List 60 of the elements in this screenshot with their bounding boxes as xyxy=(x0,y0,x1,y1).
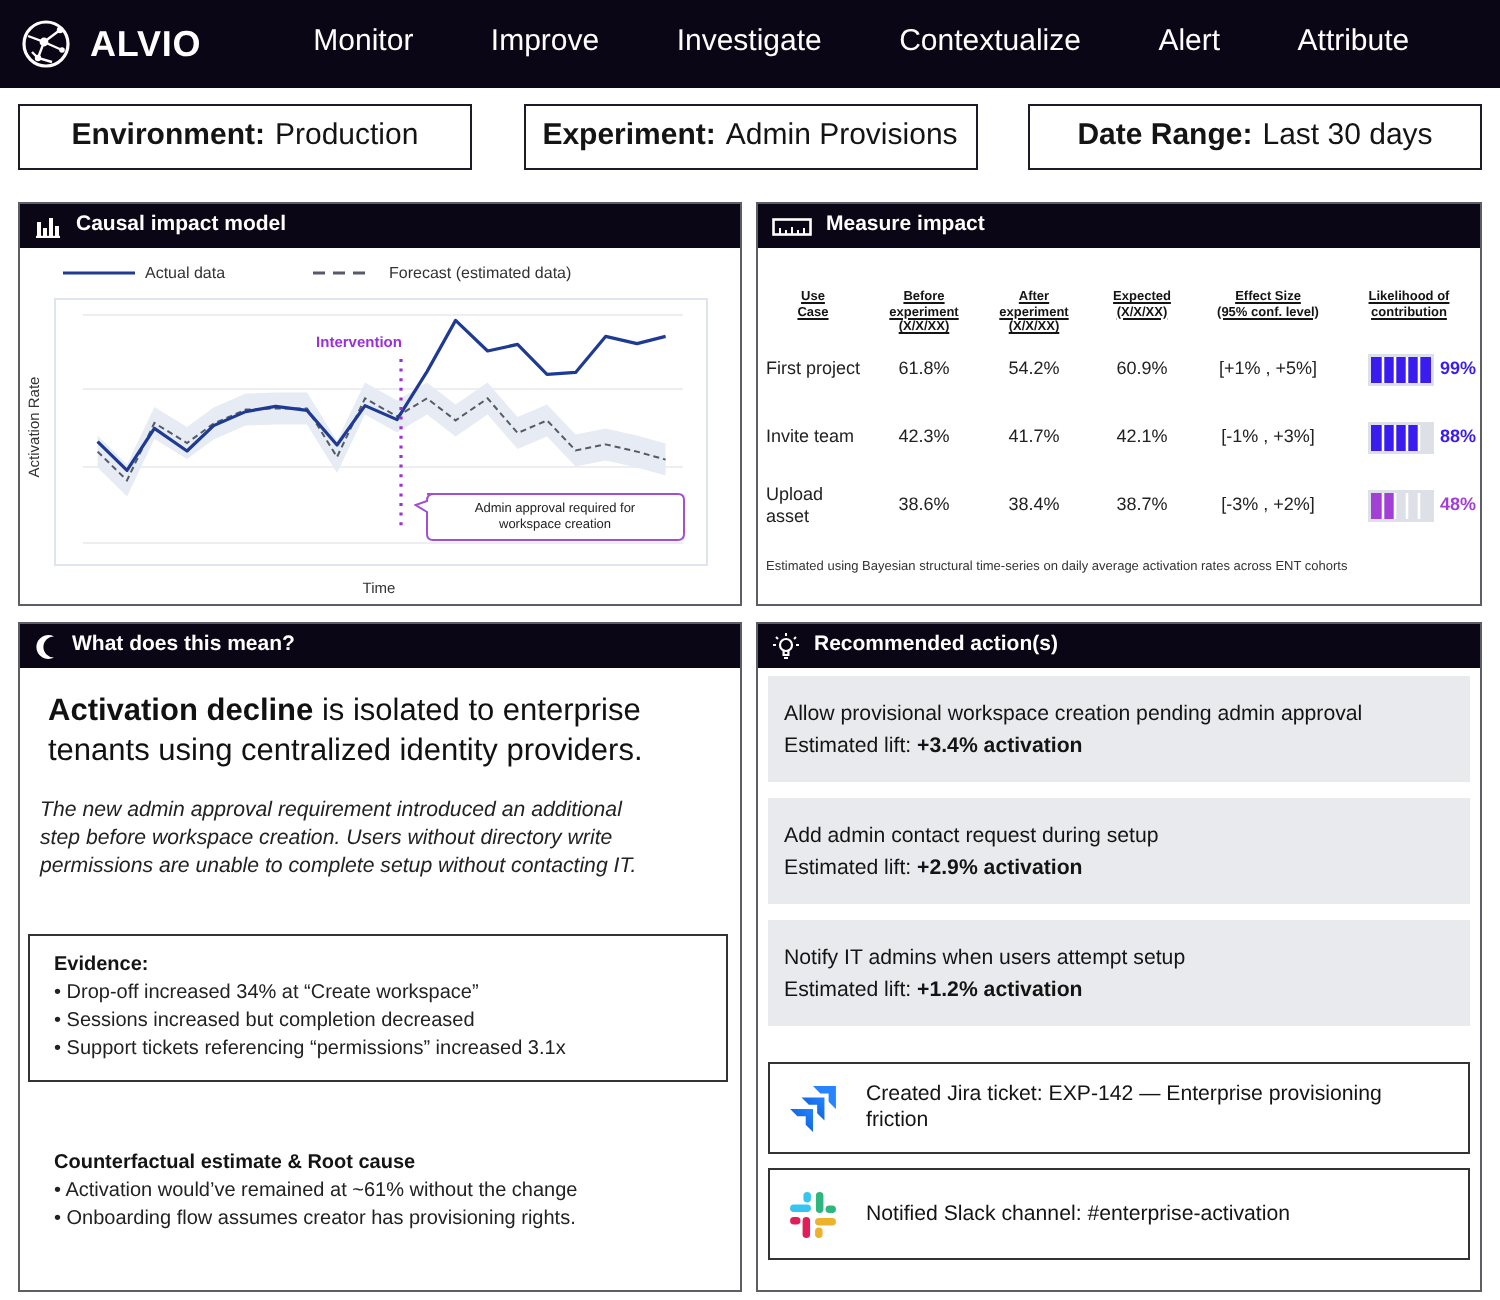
table-cell-text: 61.8% xyxy=(898,355,950,382)
lightbulb-icon xyxy=(772,632,800,660)
likelihood-value: 99% xyxy=(1440,355,1477,382)
panel-title: Recommended action(s) xyxy=(814,630,1058,661)
table-cell-text: 60.9% xyxy=(1116,355,1168,382)
estimated-lift: Estimated lift: +1.2% activation xyxy=(784,976,1085,1006)
filter-box[interactable]: Date Range: Last 30 days xyxy=(1028,104,1482,170)
table-cell-text: [-1% , +3%] xyxy=(1221,423,1315,450)
counterfactual-item: • Activation would’ve remained at ~61% without the change xyxy=(54,1178,580,1206)
use-case-cell-text: First project xyxy=(764,356,863,383)
filter-box[interactable]: Experiment: Admin Provisions xyxy=(523,104,977,170)
legend-label: Forecast (estimated data) xyxy=(389,264,572,283)
nav-link[interactable]: Monitor xyxy=(313,24,414,64)
nav-link[interactable]: Contextualize xyxy=(899,24,1081,64)
panel-title: Causal impact model xyxy=(76,210,287,241)
nav-link[interactable]: Improve xyxy=(490,24,600,64)
counterfactual-item: • Onboarding flow assumes creator has provisioning rights. xyxy=(54,1206,578,1234)
use-case-cell-text: Invite team xyxy=(764,424,857,451)
panel-title: Measure impact xyxy=(826,210,985,241)
legend-label: Actual data xyxy=(145,264,226,283)
dashed-line-icon xyxy=(313,271,367,275)
table-cell-text: 42.1% xyxy=(1116,423,1168,450)
notification-text: Notified Slack channel: #enterprise-activation xyxy=(866,1201,1290,1227)
table-cell-text: 41.7% xyxy=(1008,423,1060,450)
table-cell-text: 42.3% xyxy=(898,423,950,450)
table-cell-text: 38.7% xyxy=(1116,491,1168,518)
table-cell-text: 54.2% xyxy=(1008,355,1060,382)
estimated-lift: Estimated lift: +2.9% activation xyxy=(784,854,1085,884)
action-title: Allow provisional workspace creation pending admin approval xyxy=(784,700,1365,730)
bar-chart-icon xyxy=(34,214,62,238)
headline: Activation decline is isolated to enterprise tenants using centralized identity providers. xyxy=(48,692,645,772)
estimated-lift: Estimated lift: +3.4% activation xyxy=(784,732,1085,762)
crescent-icon xyxy=(34,633,58,659)
evidence-item: • Support tickets referencing “permissions” increased 3.1x xyxy=(54,1036,568,1064)
use-case-cell-text: Upload asset xyxy=(764,482,826,529)
evidence-item: • Drop-off increased 34% at “Create workspace” xyxy=(54,980,481,1008)
brand-name: ALVIO xyxy=(90,21,202,67)
evidence-item: • Sessions increased but completion decreased xyxy=(54,1008,477,1036)
chevron-stack-icon xyxy=(788,1083,838,1133)
action-title: Notify IT admins when users attempt setup xyxy=(784,944,1188,974)
counterfactual-heading: Counterfactual estimate & Root cause xyxy=(54,1150,418,1178)
network-logo-icon xyxy=(20,18,72,70)
filter-box[interactable]: Environment: Production xyxy=(18,104,472,170)
likelihood-value: 88% xyxy=(1440,423,1477,450)
notification-text: Created Jira ticket: EXP-142 — Enterprise provisioning friction xyxy=(866,1082,1384,1134)
pinwheel-icon xyxy=(788,1189,838,1239)
table-cell-text: 38.4% xyxy=(1008,491,1060,518)
solid-line-icon xyxy=(63,271,135,275)
likelihood-value: 48% xyxy=(1440,491,1477,518)
evidence-heading: Evidence: xyxy=(54,952,151,980)
nav-link[interactable]: Investigate xyxy=(676,24,822,64)
table-cell-text: 38.6% xyxy=(898,491,950,518)
explanation-text: The new admin approval requirement introduced an additional step before workspace creation. Users without directory write permissions are unable to complete setup without contacting IT. xyxy=(40,796,639,880)
table-cell-text: [+1% , +5%] xyxy=(1218,355,1318,382)
ruler-icon xyxy=(772,217,812,235)
panel-title: What does this mean? xyxy=(72,630,295,661)
nav-link[interactable]: Alert xyxy=(1158,24,1221,64)
table-cell-text: [-3% , +2%] xyxy=(1221,491,1315,518)
action-title: Add admin contact request during setup xyxy=(784,822,1161,852)
nav-link[interactable]: Attribute xyxy=(1297,24,1410,64)
